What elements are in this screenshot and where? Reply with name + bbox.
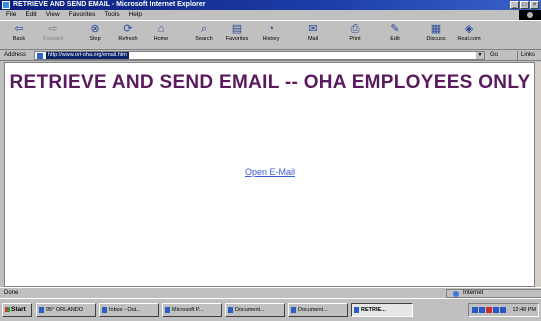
- search-icon: ⌕: [200, 23, 208, 35]
- links-button[interactable]: Links: [517, 51, 535, 60]
- zone-label: Internet: [463, 290, 484, 296]
- status-bar: Done Internet: [0, 287, 541, 298]
- start-button[interactable]: Start: [2, 303, 32, 317]
- history-icon: ◔: [267, 23, 275, 35]
- search-button[interactable]: ⌕ Search: [189, 23, 219, 49]
- mail-button[interactable]: ✉ Mail: [298, 23, 328, 49]
- tray-display-icon[interactable]: [500, 307, 506, 313]
- tray-icons: [472, 307, 512, 314]
- favorites-button[interactable]: ▤ Favorites: [222, 23, 252, 49]
- tray-network-icon[interactable]: [472, 307, 478, 313]
- menu-bar: File Edit View Favorites Tools Help: [0, 10, 541, 21]
- edit-icon: ✎: [390, 23, 400, 35]
- address-input[interactable]: http://www.orl-oha.org/email.htm ▼: [34, 51, 485, 60]
- refresh-icon: ⟳: [123, 23, 133, 35]
- back-button[interactable]: ⇦ Back: [4, 23, 34, 49]
- standard-toolbar: ⇦ Back ⇨ Forward ⊗ Stop ⟳ Refresh ⌂ Home ⌕ Sea…: [0, 20, 541, 50]
- refresh-button[interactable]: ⟳ Refresh: [113, 23, 143, 49]
- print-icon: ⎙: [350, 23, 360, 35]
- tray-volume-icon[interactable]: [479, 307, 485, 313]
- close-button[interactable]: ×: [530, 1, 539, 9]
- forward-button[interactable]: ⇨ Forward: [38, 23, 68, 49]
- menu-favorites[interactable]: Favorites: [69, 10, 96, 20]
- window-controls: _ □ ×: [510, 1, 539, 9]
- open-email-link[interactable]: Open E-Mail: [5, 167, 534, 177]
- clock: 12:48 PM: [512, 307, 536, 313]
- task-document-1[interactable]: Document...: [225, 303, 285, 317]
- favorites-icon: ▤: [231, 23, 243, 35]
- address-bar: Address http://www.orl-oha.org/email.htm…: [0, 50, 541, 61]
- address-dropdown-icon[interactable]: ▼: [476, 52, 484, 59]
- task-orlando[interactable]: 95° ORLANDO: [36, 303, 96, 317]
- realcom-button[interactable]: ◈ Real.com: [454, 23, 484, 49]
- vertical-scrollbar[interactable]: [534, 62, 541, 287]
- address-label: Address: [4, 52, 27, 58]
- menu-file[interactable]: File: [6, 10, 16, 20]
- security-zone: Internet: [446, 289, 541, 298]
- history-button[interactable]: ◔ History: [256, 23, 286, 49]
- mail-icon: ✉: [308, 23, 318, 35]
- go-button[interactable]: Go: [490, 51, 498, 60]
- discuss-icon: ▦: [430, 23, 442, 35]
- taskbar: Start 95° ORLANDO Inbox - Out... Microso…: [0, 298, 541, 321]
- address-url[interactable]: http://www.orl-oha.org/email.htm: [46, 52, 129, 59]
- page-icon: [37, 53, 43, 59]
- discuss-button[interactable]: ▦ Discuss: [421, 23, 451, 49]
- menu-help[interactable]: Help: [129, 10, 142, 20]
- menu-tools[interactable]: Tools: [104, 10, 119, 20]
- stop-button[interactable]: ⊗ Stop: [80, 23, 110, 49]
- maximize-button[interactable]: □: [520, 1, 529, 9]
- task-inbox[interactable]: Inbox - Out...: [99, 303, 159, 317]
- back-arrow-icon: ⇦: [14, 23, 24, 35]
- print-button[interactable]: ⎙ Print: [340, 23, 370, 49]
- minimize-button[interactable]: _: [510, 1, 519, 9]
- window-title: RETRIEVE AND SEND EMAIL - Microsoft Inte…: [13, 1, 206, 8]
- page-heading: RETRIEVE AND SEND EMAIL -- OHA EMPLOYEES…: [9, 72, 531, 93]
- status-text: Done: [4, 290, 19, 296]
- globe-icon: [453, 291, 459, 297]
- realcom-icon: ◈: [464, 23, 474, 35]
- forward-arrow-icon: ⇨: [48, 23, 58, 35]
- task-retrieve[interactable]: RETRIE...: [351, 303, 413, 317]
- system-tray: 12:48 PM: [468, 303, 539, 317]
- stop-icon: ⊗: [90, 23, 100, 35]
- ie-icon: [2, 1, 10, 9]
- home-icon: ⌂: [157, 23, 165, 35]
- home-button[interactable]: ⌂ Home: [146, 23, 176, 49]
- task-microsoft[interactable]: Microsoft P...: [162, 303, 222, 317]
- menu-edit[interactable]: Edit: [25, 10, 36, 20]
- page-content: RETRIEVE AND SEND EMAIL -- OHA EMPLOYEES…: [4, 62, 534, 287]
- browser-window: RETRIEVE AND SEND EMAIL - Microsoft Inte…: [0, 0, 541, 321]
- title-bar: RETRIEVE AND SEND EMAIL - Microsoft Inte…: [0, 0, 541, 10]
- tray-antivirus-icon[interactable]: [486, 307, 492, 313]
- edit-button[interactable]: ✎ Edit: [380, 23, 410, 49]
- tray-messenger-icon[interactable]: [493, 307, 499, 313]
- task-document-2[interactable]: Document...: [288, 303, 348, 317]
- menu-view[interactable]: View: [46, 10, 60, 20]
